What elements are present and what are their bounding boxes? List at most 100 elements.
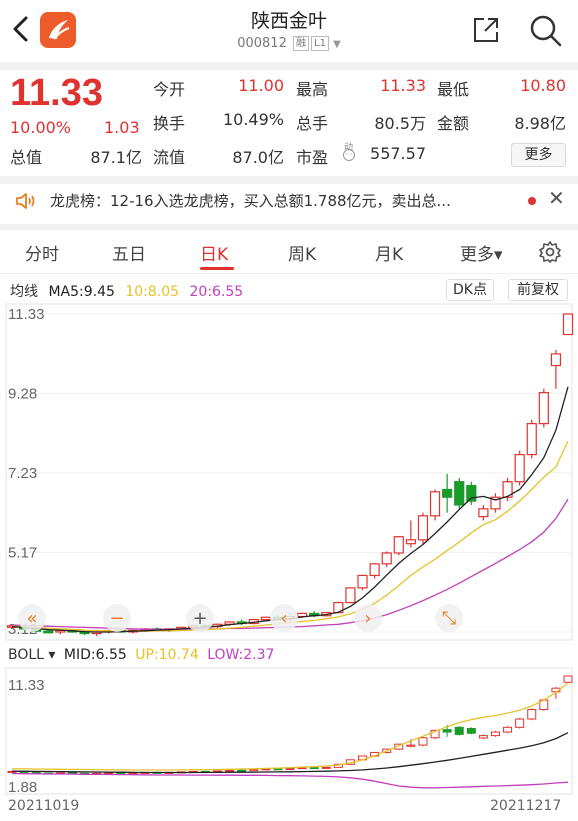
- open-label: 今开: [153, 80, 186, 99]
- tab-more[interactable]: 更多▾: [460, 240, 503, 265]
- level-tag: L1: [311, 36, 329, 51]
- boll-low: LOW:2.37: [207, 647, 275, 663]
- scroll-left-button-glyph: «: [26, 608, 37, 629]
- margin-tag: 融: [293, 36, 309, 51]
- boll-candle: [237, 769, 247, 772]
- divider: [0, 62, 578, 70]
- stock-code: 000812: [237, 36, 287, 51]
- amount-label: 金额: [437, 114, 470, 133]
- candle: [393, 536, 404, 554]
- change-percent: 10.00%: [10, 118, 72, 137]
- scroll-left-button[interactable]: «: [18, 604, 46, 632]
- tab-five-day[interactable]: 五日: [112, 240, 146, 265]
- candle: [562, 313, 574, 336]
- candle: [405, 539, 416, 545]
- fullscreen-button-glyph: ⤡: [442, 608, 456, 629]
- boll-legend: BOLL ▾ MID:6.55 UP:10.74 LOW:2.37: [8, 647, 278, 663]
- boll-up-line: [11, 682, 569, 771]
- amount-value: 8.98亿: [514, 114, 566, 133]
- gear-icon[interactable]: [538, 240, 562, 264]
- volume-value: 80.5万: [374, 114, 426, 133]
- search-icon[interactable]: [527, 12, 563, 48]
- ma-legend: 均线 MA5:9.45 10:8.05 20:6.55: [10, 281, 249, 301]
- boll-up: UP:10.74: [135, 647, 199, 663]
- boll-candle: [406, 744, 416, 747]
- unread-dot: [528, 197, 536, 205]
- pe-value: 557.57: [370, 144, 426, 163]
- candle: [357, 574, 368, 589]
- boll-candle: [104, 772, 114, 775]
- candle: [454, 481, 465, 506]
- y-tick-label: 5.17: [8, 545, 37, 562]
- boll-low-line: [11, 772, 569, 789]
- candle: [345, 587, 356, 604]
- fullscreen-button[interactable]: ⤡: [435, 604, 463, 632]
- candle: [538, 392, 549, 425]
- ma5-value: MA5:9.45: [48, 284, 115, 300]
- tab-daily-k[interactable]: 日K: [200, 240, 228, 265]
- boll-y-tick-label: 11.33: [8, 677, 44, 694]
- boll-candle: [454, 726, 464, 735]
- ma10-line: [11, 440, 569, 632]
- boll-label[interactable]: BOLL ▾: [8, 647, 55, 663]
- change-amount: 1.03: [104, 118, 140, 137]
- candle: [514, 454, 525, 483]
- tab-monthly-k[interactable]: 月K: [375, 240, 403, 265]
- turnover-value: 10.49%: [222, 110, 284, 129]
- adjust-button[interactable]: 前复权: [508, 279, 568, 301]
- boll-chart[interactable]: 11.33 1.88: [0, 666, 578, 796]
- zoom-out-button[interactable]: −: [103, 604, 131, 632]
- candle: [478, 508, 489, 518]
- y-tick-label: 7.23: [8, 465, 37, 482]
- boll-candle: [285, 768, 295, 771]
- boll-mid: MID:6.55: [63, 647, 127, 663]
- boll-candle: [466, 728, 476, 734]
- close-icon[interactable]: ✕: [548, 186, 565, 210]
- boll-mid-line: [11, 732, 569, 774]
- boll-candle: [503, 726, 513, 733]
- candle: [369, 563, 380, 577]
- chart-frame: [5, 303, 573, 641]
- divider: [0, 176, 578, 184]
- low-value: 10.80: [520, 76, 566, 95]
- boll-candle: [418, 737, 428, 746]
- market-cap-value: 87.1亿: [90, 148, 142, 167]
- boll-candle: [563, 675, 573, 683]
- boll-candle: [478, 735, 488, 739]
- float-cap-label: 流值: [153, 148, 186, 167]
- tab-weekly-k[interactable]: 周K: [288, 240, 316, 265]
- ma10-value: 10:8.05: [125, 284, 180, 300]
- pe-label: 市盈: [296, 148, 329, 167]
- candlestick-chart[interactable]: 11.339.287.235.173.12«−+‹›⤡: [0, 300, 578, 645]
- boll-candle: [116, 772, 126, 775]
- candle: [417, 515, 429, 541]
- candle: [442, 488, 453, 498]
- share-icon[interactable]: [470, 14, 502, 46]
- ma20-value: 20:6.55: [189, 284, 244, 300]
- zoom-in-button[interactable]: +: [186, 604, 214, 632]
- more-button[interactable]: 更多: [511, 143, 566, 167]
- boll-candle: [225, 769, 235, 772]
- high-label: 最高: [296, 80, 329, 99]
- high-value: 11.33: [380, 76, 426, 95]
- dropdown-caret-icon[interactable]: ▼: [333, 39, 341, 50]
- candle: [550, 353, 562, 367]
- prev-button[interactable]: ‹: [270, 604, 298, 632]
- boll-candle: [309, 767, 319, 770]
- pe-info-icon[interactable]: ···: [343, 149, 355, 161]
- candle: [429, 491, 441, 517]
- candle: [526, 423, 537, 456]
- boll-candle: [490, 731, 500, 737]
- candle: [43, 630, 54, 634]
- zoom-out-button-glyph: −: [109, 608, 124, 629]
- end-date: 20211217: [490, 798, 562, 814]
- tab-intraday[interactable]: 分时: [25, 240, 59, 265]
- news-ticker[interactable]: 龙虎榜：12-16入选龙虎榜，买入总额1.788亿元，卖出总...: [50, 190, 510, 211]
- dk-point-button[interactable]: DK点: [446, 279, 494, 301]
- top-bar: 陕西金叶 000812 融 L1 ▼: [0, 0, 578, 62]
- current-price: 11.33: [10, 72, 103, 114]
- boll-candle: [273, 768, 283, 771]
- boll-candle: [442, 729, 452, 733]
- period-tabs: 分时 五日 日K 周K 月K 更多▾: [0, 230, 578, 274]
- next-button[interactable]: ›: [354, 604, 382, 632]
